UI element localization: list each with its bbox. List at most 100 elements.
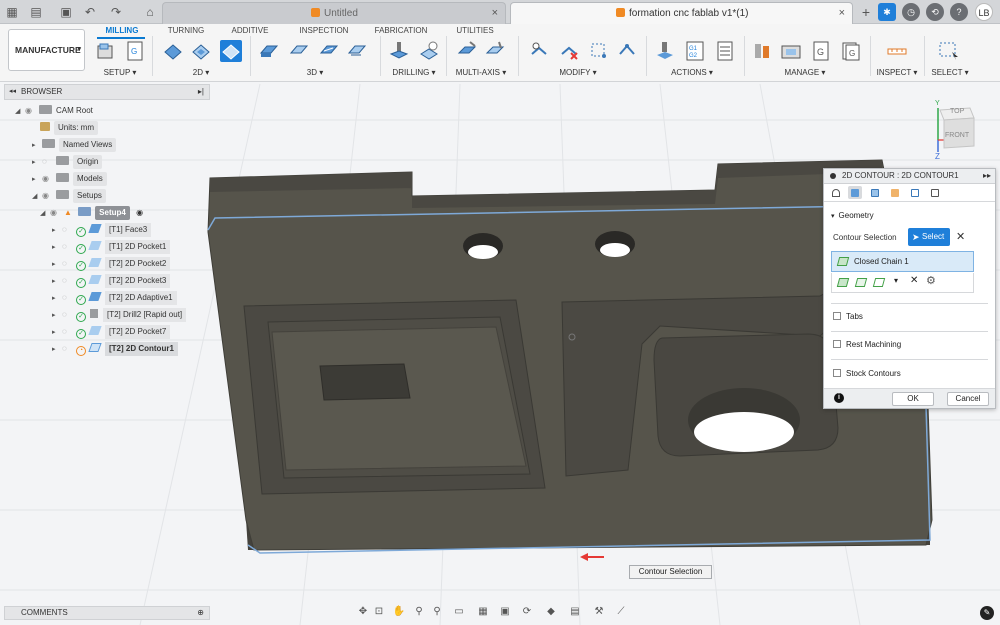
tab-post[interactable] [928,186,942,199]
look-at-icon[interactable]: ⊡ [372,605,386,619]
tree-item-label: Units: mm [54,121,98,135]
effects-icon[interactable]: ◆ [544,605,558,619]
tabs-checkbox[interactable] [833,312,841,320]
operation-label: [T2] 2D Adaptive1 [105,291,177,305]
expand-arrow-icon[interactable]: ▸ [32,173,42,187]
tab-tool[interactable] [829,186,843,199]
eye-icon[interactable]: ◉ [25,104,39,118]
zoom-icon[interactable]: ⚲ [412,605,426,619]
feedback-icon[interactable]: ✎ [980,606,994,620]
section-icon[interactable]: ▤ [568,605,582,619]
operation-label: [T1] Face3 [105,223,152,237]
orbit-icon[interactable]: ✥ [356,605,370,619]
expand-arrow-icon[interactable]: ▸ [32,156,42,170]
eye-icon[interactable]: ◉ [42,172,56,186]
eye-icon[interactable]: ◉ [42,189,56,203]
rest-machining-checkbox[interactable] [833,340,841,348]
pocket-op-icon [88,241,102,250]
tree-item-units[interactable]: Units: mm [40,121,98,135]
expand-arrow-icon[interactable]: ◢ [32,190,42,204]
tab-passes[interactable] [888,186,902,199]
eye-hidden-icon[interactable]: ◌ [62,342,76,356]
viewports-icon[interactable]: ▣ [498,605,512,619]
eye-hidden-icon[interactable]: ◌ [62,257,76,271]
browser-header[interactable]: ◂◂ BROWSER ▸| [4,84,210,100]
clear-selection-icon[interactable]: ✕ [956,230,965,243]
expand-arrow-icon[interactable]: ▸ [52,241,62,255]
warning-icon: ▲ [64,208,72,217]
stock-contours-checkbox[interactable] [833,369,841,377]
remove-chain-icon[interactable]: ✕ [910,275,918,286]
eye-hidden-icon[interactable]: ◌ [62,291,76,305]
expand-arrow-icon[interactable]: ▸ [52,309,62,323]
eye-hidden-icon[interactable]: ◌ [62,274,76,288]
tab-geometry[interactable] [848,186,862,199]
operation-row[interactable]: ▸ ◌ ✓ [T2] 2D Pocket3 [52,274,171,289]
expand-arrow-icon[interactable]: ▸ [32,139,42,153]
dialog-header[interactable]: 2D CONTOUR : 2D CONTOUR1 ▸▸ [824,169,995,184]
operation-label: [T2] Drill2 [Rapid out] [103,308,187,322]
simulation-display-icon[interactable]: ⚒ [592,605,606,619]
camera-icon[interactable]: ⟳ [520,605,534,619]
operation-row[interactable]: ▸ ◌ ✓ [T2] Drill2 [Rapid out] [52,308,187,323]
eye-icon[interactable]: ◉ [50,206,64,220]
chain-options-chevron-icon[interactable]: ▾ [894,276,898,285]
tool-display-icon[interactable]: ⟋ [614,605,628,619]
pan-icon[interactable]: ✋ [392,605,406,619]
expand-arrow-icon[interactable]: ▸ [52,292,62,306]
pin-icon[interactable]: ▸| [198,85,204,99]
expand-arrow-icon[interactable]: ◢ [15,105,25,119]
operation-row[interactable]: ▸ ◌ ✓ [T2] 2D Adaptive1 [52,291,177,305]
operation-row[interactable]: ▸ ◌ ✓ [T2] 2D Pocket2 [52,257,171,272]
collapse-icon[interactable]: ◂◂ [9,85,16,99]
chain-add-icon[interactable] [836,278,850,287]
operation-row[interactable]: ▸ ◌ ✓ [T1] 2D Pocket1 [52,240,171,255]
add-comment-icon[interactable]: ⊕ [197,607,204,619]
operation-row-active[interactable]: ▸ ◌ ◔ [T2] 2D Contour1 [52,342,178,356]
tabs-checkbox-row[interactable]: Tabs [833,312,863,321]
fit-icon[interactable]: ⚲ [430,605,444,619]
tree-item-models[interactable]: ▸ ◉ Models [32,172,107,186]
eye-hidden-icon[interactable]: ◌ [62,223,76,237]
rest-machining-checkbox-row[interactable]: Rest Machining [833,340,901,349]
info-icon[interactable]: i [834,393,844,403]
grid-settings-icon[interactable]: ▦ [476,605,490,619]
chain-list-item[interactable]: Closed Chain 1 [831,251,974,272]
chain-reverse-icon[interactable] [872,278,886,287]
expand-dialog-icon[interactable]: ▸▸ [983,169,991,183]
drill-op-icon [90,309,98,318]
active-setup-icon[interactable]: ◉ [136,208,143,217]
comments-panel[interactable]: COMMENTS ⊕ [4,606,210,620]
tree-item-origin[interactable]: ▸ ◌ Origin [32,155,103,170]
eye-hidden-icon[interactable]: ◌ [62,325,76,339]
ok-button[interactable]: OK [892,392,934,406]
chain-edit-icon[interactable] [854,278,868,287]
operation-row[interactable]: ▸ ◌ ✓ [T2] 2D Pocket7 [52,325,171,340]
expand-arrow-icon[interactable]: ▸ [52,275,62,289]
eye-hidden-icon[interactable]: ◌ [42,155,56,169]
tree-item-setup4[interactable]: ◢ ◉ ▲ Setup4 ◉ [40,206,143,220]
chain-icon [836,257,850,266]
eye-hidden-icon[interactable]: ◌ [62,308,76,322]
display-settings-icon[interactable]: ▭ [452,605,466,619]
viewcube-front-label[interactable]: FRONT [945,132,969,139]
cancel-button[interactable]: Cancel [947,392,989,406]
tree-item-named-views[interactable]: ▸ Named Views [32,138,117,153]
expand-arrow-icon[interactable]: ▸ [52,258,62,272]
view-cube[interactable]: Y TOP FRONT Z [926,100,986,162]
expand-arrow-icon[interactable]: ▸ [52,224,62,238]
viewcube-top-label[interactable]: TOP [950,108,964,115]
expand-arrow-icon[interactable]: ▸ [52,326,62,340]
chain-settings-gear-icon[interactable]: ⚙ [926,274,936,287]
tree-item-setups[interactable]: ◢ ◉ Setups [32,189,106,203]
operation-row[interactable]: ▸ ◌ ✓ [T1] Face3 [52,223,152,238]
tree-item-cam-root[interactable]: ◢ ◉ CAM Root [15,104,93,118]
expand-arrow-icon[interactable]: ◢ [40,207,50,221]
eye-hidden-icon[interactable]: ◌ [62,240,76,254]
tab-linking[interactable] [908,186,922,199]
stock-contours-checkbox-row[interactable]: Stock Contours [833,369,901,378]
select-button[interactable]: ➤ Select [908,228,950,246]
geometry-section-header[interactable]: ▾ Geometry [831,211,874,220]
expand-arrow-icon[interactable]: ▸ [52,343,62,357]
tab-heights[interactable] [868,186,882,199]
